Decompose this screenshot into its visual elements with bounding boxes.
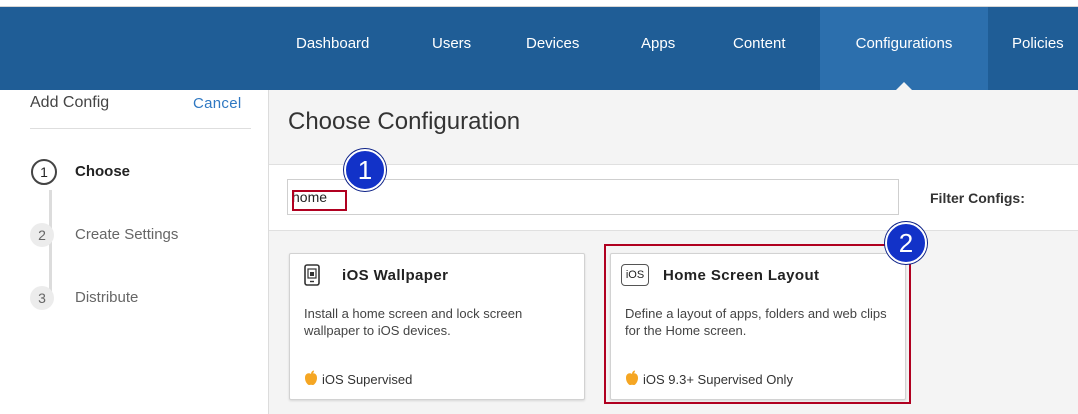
card-title: iOS Wallpaper [342,267,449,284]
page-title: Choose Configuration [288,108,521,135]
nav-devices[interactable]: Devices [526,7,579,90]
card-footer: iOS Supervised [304,370,412,387]
nav-content[interactable]: Content [733,7,786,90]
active-caret-icon [896,82,912,90]
sidebar-divider [30,128,251,129]
phone-wallpaper-icon [304,264,320,286]
nav-configurations-label: Configurations [855,35,953,52]
apple-icon [305,370,317,386]
search-bar: Filter Configs: [269,165,1078,230]
step-label: Choose [75,163,131,180]
nav-apps[interactable]: Apps [641,7,675,90]
card-description: Install a home screen and lock screen wa… [304,306,523,338]
top-strip [0,0,1078,7]
card-footer: iOS 9.3+ Supervised Only [625,370,793,387]
config-card-home-screen-layout[interactable]: iOS Home Screen Layout Define a layout o… [610,253,906,400]
sidebar: Add Config Cancel 1 Choose 2 Create Sett… [0,90,269,414]
top-bar: Dashboard Users Devices Apps Content Con… [0,0,1078,90]
filter-configs-label: Filter Configs: [930,190,1025,206]
cards-divider [269,230,1078,231]
step-label: Distribute [75,289,139,306]
step-number: 3 [30,286,54,310]
nav-users[interactable]: Users [432,7,471,90]
card-description: Define a layout of apps, folders and web… [625,306,887,338]
sidebar-title: Add Config [30,94,110,111]
step-label: Create Settings [75,226,179,243]
callout-badge-1: 1 [344,149,386,191]
ios-badge-icon: iOS [621,264,649,286]
card-footer-text: iOS Supervised [322,372,413,387]
config-card-ios-wallpaper[interactable]: iOS Wallpaper Install a home screen and … [289,253,585,400]
step-number: 1 [31,159,57,185]
main-content: Choose Configuration Filter Configs: iOS… [269,90,1078,414]
search-highlight-box [292,190,347,211]
card-footer-text: iOS 9.3+ Supervised Only [643,372,793,387]
callout-badge-2: 2 [885,222,927,264]
nav-configurations[interactable]: Configurations [820,7,988,90]
apple-icon [626,370,638,386]
card-title: Home Screen Layout [663,267,820,284]
nav-policies[interactable]: Policies [1012,7,1064,90]
main-nav: Dashboard Users Devices Apps Content Con… [0,7,1078,90]
nav-dashboard[interactable]: Dashboard [296,7,369,90]
cancel-link[interactable]: Cancel [193,95,242,112]
step-number: 2 [30,223,54,247]
step-connector [49,190,52,300]
